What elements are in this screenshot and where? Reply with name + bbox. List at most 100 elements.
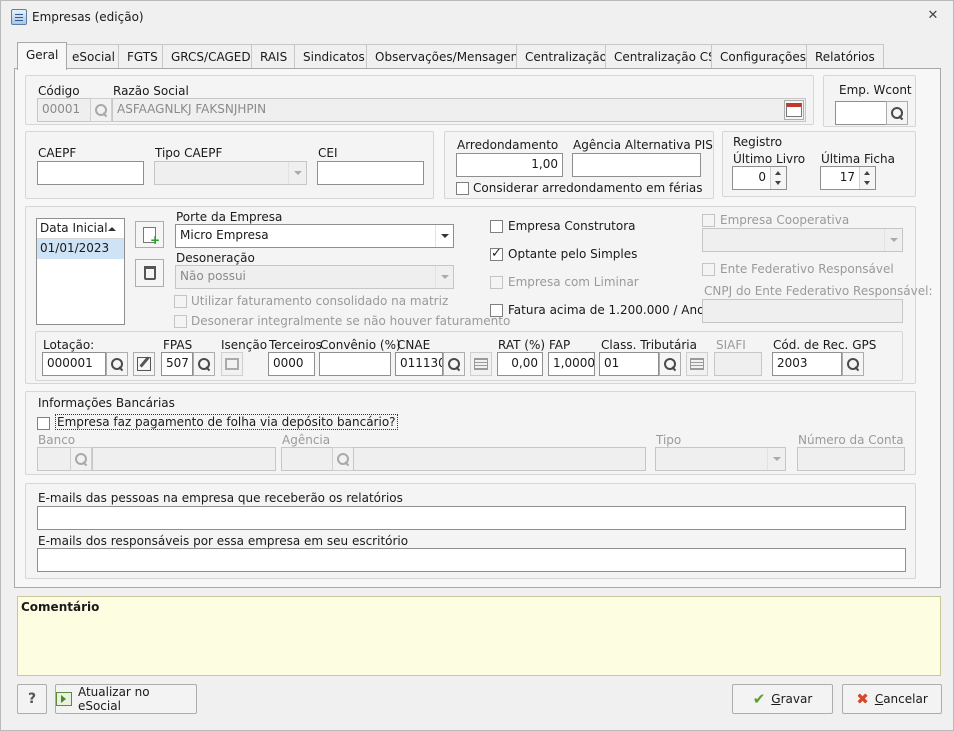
gravar-label: Gravar: [771, 692, 813, 706]
isencao-button[interactable]: [221, 352, 243, 376]
porte-select[interactable]: Micro Empresa: [175, 224, 454, 248]
desoneracao-select[interactable]: Não possui: [175, 265, 454, 289]
tab-sindicatos[interactable]: Sindicatos: [294, 44, 374, 69]
calendar-icon: [786, 103, 802, 117]
banco-search-button[interactable]: [70, 447, 92, 471]
lotacao-label: Lotação:: [43, 338, 95, 352]
search-icon: [110, 357, 124, 371]
tipo-conta-select[interactable]: [655, 447, 786, 471]
tab-geral[interactable]: Geral: [17, 42, 68, 70]
desoneracao-label: Desoneração: [176, 251, 255, 265]
class-search-button[interactable]: [659, 352, 681, 376]
export-icon: [225, 358, 239, 370]
banco-name-input[interactable]: [92, 447, 276, 471]
agencia-pis-input[interactable]: [572, 153, 701, 177]
data-inicial-list[interactable]: Data Inicial 01/01/2023: [36, 218, 125, 325]
ente-checkbox[interactable]: [702, 263, 715, 276]
fap-label: FAP: [549, 338, 571, 352]
codigo-label: Código: [38, 84, 80, 98]
razao-social-input[interactable]: ASFAAGNLKJ FAKSNJHPIN: [112, 98, 806, 122]
tab-grcs-caged[interactable]: GRCS/CAGED: [162, 44, 260, 69]
cooperativa-select[interactable]: [702, 228, 903, 252]
wcont-input[interactable]: [835, 101, 887, 125]
tab-observacoes[interactable]: Observações/Mensagens: [366, 44, 534, 69]
fatura-checkbox[interactable]: [490, 304, 503, 317]
wcont-search-button[interactable]: [886, 101, 908, 125]
codigo-search-button[interactable]: [90, 98, 112, 122]
comentario-label: Comentário: [21, 600, 100, 614]
help-button[interactable]: ?: [17, 684, 47, 714]
deposito-checkbox[interactable]: [37, 417, 50, 430]
tab-centralizacao[interactable]: Centralização: [516, 44, 616, 69]
add-document-icon: [143, 226, 160, 247]
tab-esocial[interactable]: eSocial: [63, 44, 124, 69]
siafi-input[interactable]: [714, 352, 762, 376]
search-icon: [197, 357, 211, 371]
cei-input[interactable]: [317, 161, 424, 185]
ferias-checkbox[interactable]: [456, 182, 469, 195]
tab-relatorios[interactable]: Relatórios: [806, 44, 884, 69]
agencia-label: Agência: [282, 433, 331, 447]
arredondamento-input[interactable]: 1,00: [456, 153, 563, 177]
cnae-search-button[interactable]: [443, 352, 465, 376]
codigo-input[interactable]: 00001: [37, 98, 91, 122]
ultima-ficha-stepper[interactable]: 17: [820, 166, 876, 190]
tab-configuracoes[interactable]: Configurações: [711, 44, 815, 69]
gps-search-button[interactable]: [842, 352, 864, 376]
lotacao-search-button[interactable]: [106, 352, 128, 376]
refresh-icon: [56, 692, 72, 706]
banco-code-input[interactable]: [37, 447, 71, 471]
gps-input[interactable]: 2003: [772, 352, 842, 376]
rat-input[interactable]: 0,00: [497, 352, 543, 376]
numero-conta-input[interactable]: [797, 447, 905, 471]
emails-pessoas-input[interactable]: [37, 506, 906, 530]
tab-centralizacao-cs[interactable]: Centralização CS: [605, 44, 725, 69]
atualizar-esocial-label: Atualizar no eSocial: [77, 685, 150, 713]
spin-arrows-icon[interactable]: [770, 167, 786, 189]
class-tributaria-input[interactable]: 01: [599, 352, 659, 376]
terceiros-input[interactable]: 0000: [268, 352, 315, 376]
data-inicial-header[interactable]: Data Inicial: [37, 219, 124, 239]
gravar-button[interactable]: ✔ Gravar: [732, 684, 833, 714]
cnpj-ente-input[interactable]: [702, 299, 903, 323]
agencia-pis-label: Agência Alternativa PIS: [573, 138, 713, 152]
cooperativa-checkbox[interactable]: [702, 214, 715, 227]
caepf-input[interactable]: [37, 161, 144, 185]
lotacao-input[interactable]: 000001: [42, 352, 106, 376]
convenio-input[interactable]: [319, 352, 391, 376]
emails-resp-input[interactable]: [37, 548, 906, 572]
caepf-group: CAEPF Tipo CAEPF CEI: [25, 131, 434, 199]
agencia-code-input[interactable]: [281, 447, 333, 471]
liminar-checkbox[interactable]: [490, 276, 503, 289]
fap-input[interactable]: 1,0000: [548, 352, 595, 376]
close-icon[interactable]: ✕: [926, 9, 940, 23]
atualizar-esocial-button[interactable]: Atualizar no eSocial: [55, 684, 197, 714]
ultima-ficha-value: 17: [839, 170, 855, 184]
fpas-input[interactable]: 507: [161, 352, 193, 376]
agencia-name-input[interactable]: [353, 447, 646, 471]
search-icon: [663, 357, 677, 371]
razao-calendar-button[interactable]: [784, 100, 804, 120]
tab-fgts[interactable]: FGTS: [118, 44, 167, 69]
app-icon: [11, 9, 27, 25]
list-item[interactable]: 01/01/2023: [37, 239, 124, 259]
delete-data-button[interactable]: [135, 259, 164, 287]
spin-arrows-icon[interactable]: [859, 167, 875, 189]
tab-rais[interactable]: RAIS: [251, 44, 297, 69]
cnae-grid-button[interactable]: [470, 352, 492, 376]
cnae-input[interactable]: 0111303: [395, 352, 443, 376]
cancelar-button[interactable]: ✖ Cancelar: [842, 684, 942, 714]
comentario-textarea[interactable]: Comentário: [17, 596, 941, 676]
lotacao-edit-button[interactable]: [133, 352, 155, 376]
agencia-search-button[interactable]: [332, 447, 354, 471]
add-data-button[interactable]: [135, 221, 164, 248]
fpas-search-button[interactable]: [193, 352, 215, 376]
ultimo-livro-stepper[interactable]: 0: [732, 166, 787, 190]
class-grid-button[interactable]: [686, 352, 708, 376]
desonerar-label: Desonerar integralmente se não houver fa…: [191, 314, 511, 328]
desonerar-checkbox[interactable]: [174, 315, 187, 328]
tipo-caepf-select[interactable]: [154, 161, 307, 185]
construtora-checkbox[interactable]: [490, 220, 503, 233]
simples-checkbox[interactable]: [490, 246, 503, 261]
fat-consolidado-checkbox[interactable]: [174, 295, 187, 308]
